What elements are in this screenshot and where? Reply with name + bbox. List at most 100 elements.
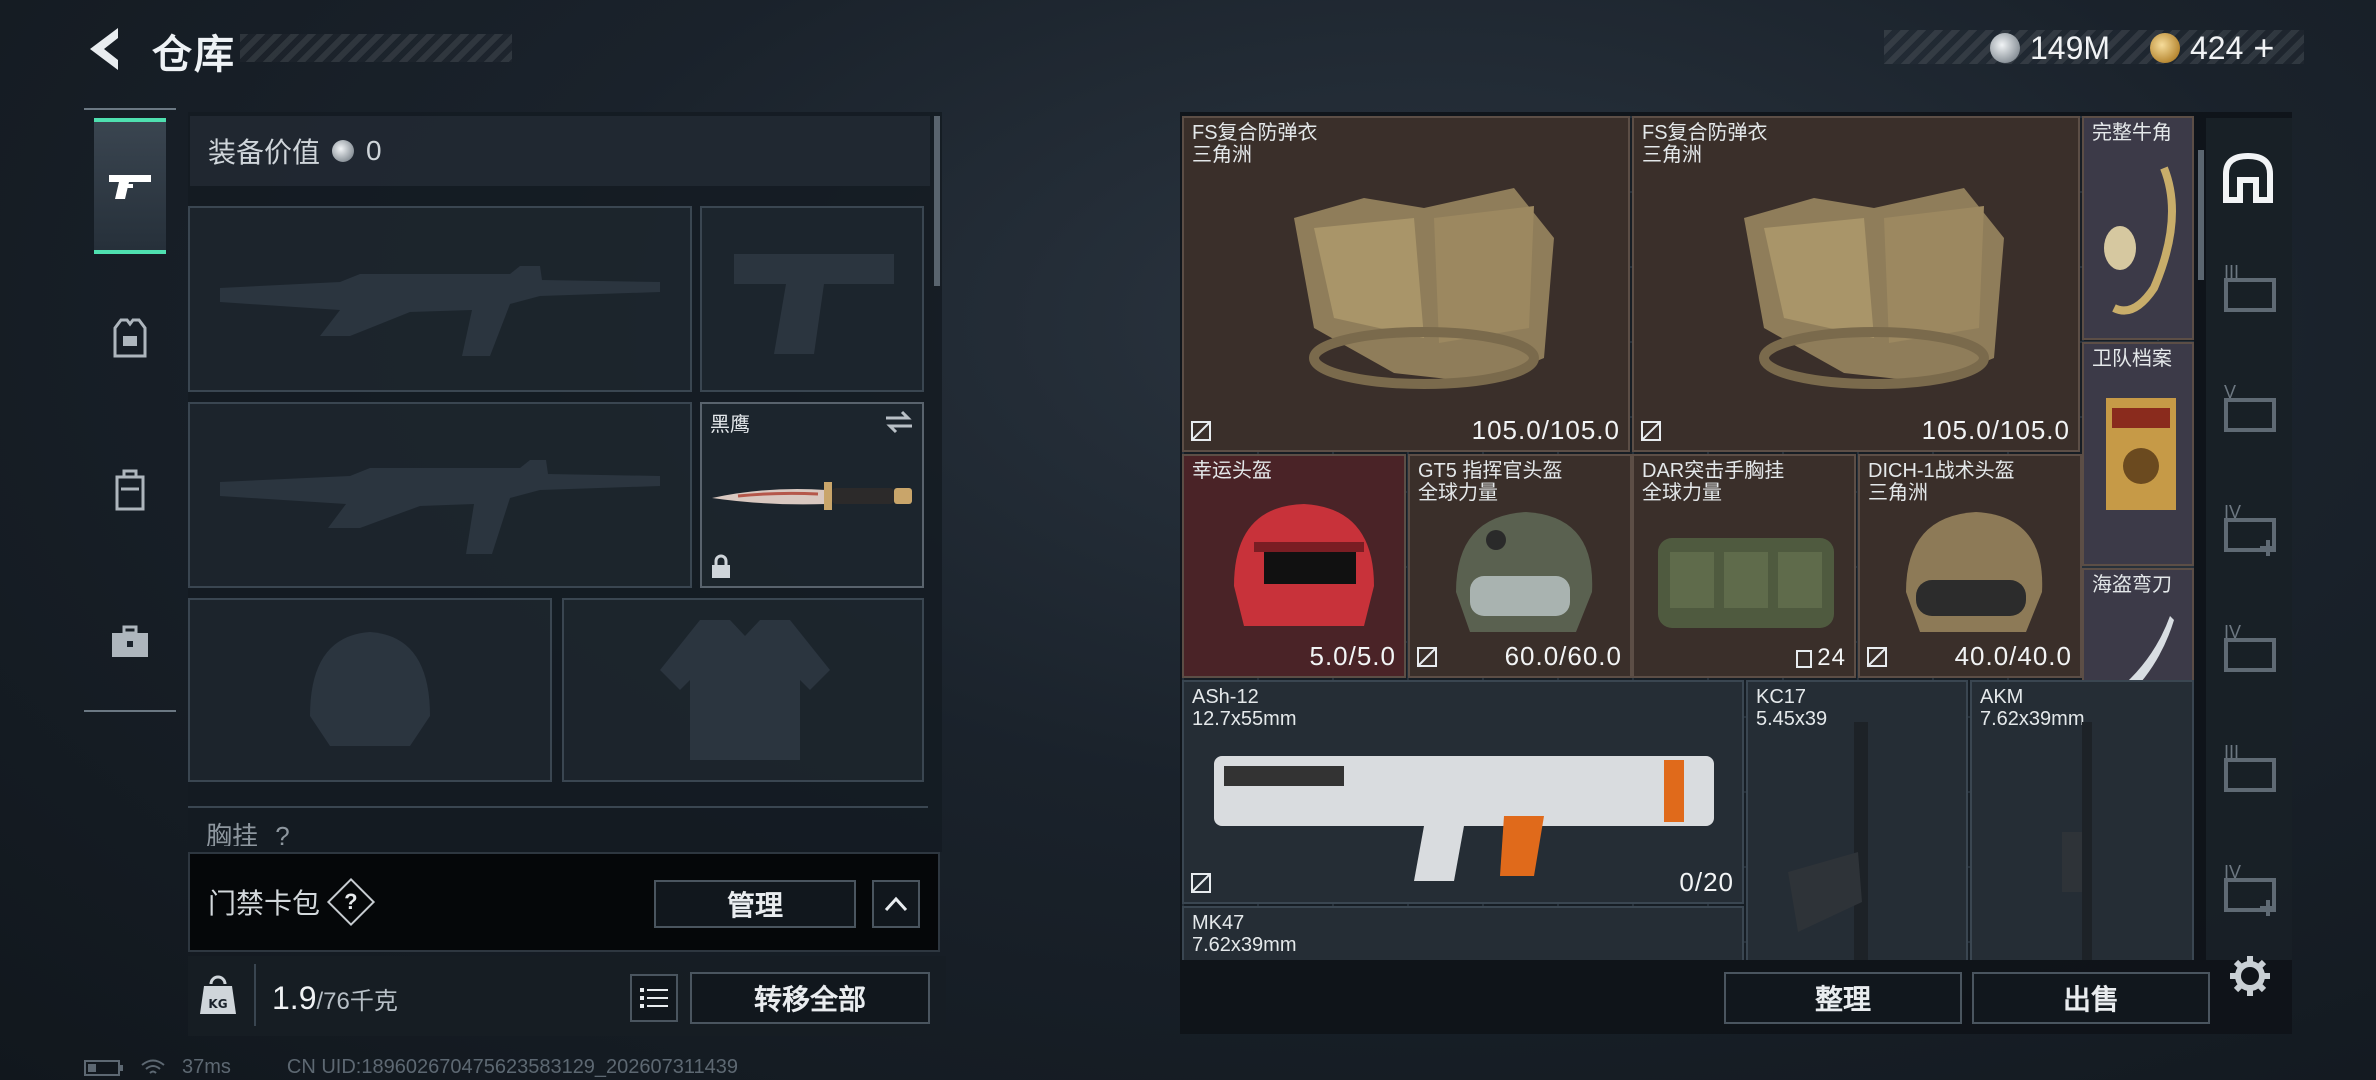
stash-item-rifle[interactable]: ASh-12 12.7x55mm 0/20 xyxy=(1182,680,1744,904)
rig-slot-header: 胸挂 ? xyxy=(188,806,928,846)
rifle-icon xyxy=(1214,756,1714,881)
stash-item-rifle[interactable]: MK47 7.62x39mm xyxy=(1182,906,1744,960)
equipment-value-row: 装备价值 0 xyxy=(190,116,930,186)
item-name: 海盗弯刀 xyxy=(2092,574,2172,596)
rifle-silhouette-icon xyxy=(220,266,660,356)
stash-tab[interactable]: IV xyxy=(2220,502,2280,558)
pistol-icon xyxy=(109,175,151,199)
item-durability: 5.0/5.0 xyxy=(1309,641,1396,671)
item-name: FS复合防弹衣 xyxy=(1192,122,1318,144)
stash-item-rig[interactable]: DAR突击手胸挂 全球力量 24 xyxy=(1632,454,1856,678)
sidearm-slot[interactable] xyxy=(700,206,924,392)
gold-currency[interactable]: 424 + xyxy=(2150,27,2274,69)
knife-icon xyxy=(712,482,912,510)
stash-tab[interactable]: V xyxy=(2220,382,2280,438)
add-currency-button[interactable]: + xyxy=(2253,27,2274,69)
weight-max: /76千克 xyxy=(316,988,398,1015)
rifle-silhouette-icon xyxy=(220,460,660,554)
tab-weapons[interactable] xyxy=(94,118,166,254)
item-name: MK47 xyxy=(1192,912,1245,934)
transfer-all-button[interactable]: 转移全部 xyxy=(690,972,930,1024)
item-origin: 7.62x39mm xyxy=(1192,934,1297,956)
stash-home-icon[interactable] xyxy=(2220,150,2276,206)
primary-weapon-slot[interactable] xyxy=(188,206,692,392)
stash-tab[interactable]: IV xyxy=(2220,622,2280,678)
stash-item-helmet[interactable]: DICH-1战术头盔 三角洲 40.0/40.0 xyxy=(1858,454,2082,678)
ping-readout: 37ms xyxy=(182,1056,231,1078)
vest-icon xyxy=(1744,188,2004,389)
keycard-bag-label: 门禁卡包 xyxy=(208,888,321,919)
melee-item-name: 黑鹰 xyxy=(710,414,750,436)
tab-items[interactable] xyxy=(94,574,166,710)
item-name: DICH-1战术头盔 xyxy=(1868,460,2015,482)
stash-item-document[interactable]: 卫队档案 xyxy=(2082,342,2194,566)
weight-icon: KG xyxy=(198,972,238,1016)
helmet-icon xyxy=(1234,504,1374,626)
chest-rig-icon xyxy=(1658,538,1834,628)
gear-icon[interactable] xyxy=(2228,954,2272,998)
horn-icon xyxy=(2104,166,2176,315)
durability-off-icon xyxy=(1867,647,1887,667)
divider xyxy=(254,964,256,1026)
stash-tab[interactable]: III xyxy=(2220,262,2280,318)
title-decoration xyxy=(240,34,512,62)
capacity-icon xyxy=(1796,649,1813,668)
stash-item-helmet[interactable]: GT5 指挥官头盔 全球力量 60.0/60.0 xyxy=(1408,454,1632,678)
stash-tab[interactable]: III xyxy=(2220,742,2280,798)
tab-armor[interactable] xyxy=(94,270,166,406)
stash-item-rifle[interactable]: KC17 5.45x39 xyxy=(1746,680,1968,960)
tab-backpack[interactable] xyxy=(94,422,166,558)
list-view-button[interactable] xyxy=(630,974,678,1022)
silver-coin-icon xyxy=(332,140,355,162)
gold-amount: 424 xyxy=(2190,29,2244,66)
helmet-icon xyxy=(1906,512,2043,632)
rifle-icon xyxy=(2062,722,2092,960)
category-tabs xyxy=(84,108,176,712)
stash-item-vest[interactable]: FS复合防弹衣 三角洲 105.0/105.0 xyxy=(1632,116,2080,452)
item-name: 完整牛角 xyxy=(2092,122,2172,144)
stash-item-rifle[interactable]: AKM 7.62x39mm xyxy=(1970,680,2194,960)
item-ammo: 0/20 xyxy=(1679,867,1734,897)
rifle-icon xyxy=(1788,722,1868,960)
user-uid: CN UID:18960267047562358312​9_2026073114… xyxy=(286,1056,739,1078)
secondary-weapon-slot[interactable] xyxy=(188,402,692,588)
stash-item-vest[interactable]: FS复合防弹衣 三角洲 105.0/105.0 xyxy=(1182,116,1630,452)
durability-off-icon xyxy=(1191,421,1211,441)
item-name: 幸运头盔 xyxy=(1192,460,1272,482)
melee-slot[interactable]: 黑鹰 xyxy=(700,402,924,588)
back-arrow-icon[interactable] xyxy=(82,24,126,74)
equipment-value: 0 xyxy=(366,135,382,166)
helmet-slot[interactable] xyxy=(188,598,552,782)
sell-button[interactable]: 出售 xyxy=(1972,972,2210,1024)
sort-button[interactable]: 整理 xyxy=(1724,972,1962,1024)
durability-off-icon xyxy=(1417,647,1437,667)
help-icon[interactable]: ? xyxy=(326,877,376,927)
stash-item-horn[interactable]: 完整牛角 xyxy=(2082,116,2194,340)
swap-icon[interactable] xyxy=(884,410,914,434)
item-capacity: 24 xyxy=(1817,644,1846,671)
pistol-silhouette-icon xyxy=(734,254,894,354)
document-icon xyxy=(2106,398,2176,510)
lock-icon xyxy=(712,554,730,578)
armor-slot[interactable] xyxy=(562,598,924,782)
equipment-scrollbar[interactable] xyxy=(934,116,940,286)
item-name: DAR突击手胸挂 xyxy=(1642,460,1785,482)
battery-icon xyxy=(84,1059,123,1076)
stash-scrollbar[interactable] xyxy=(2198,150,2204,280)
weight-readout: 1.9/76千克 xyxy=(272,980,398,1017)
silver-currency[interactable]: 149M xyxy=(1990,28,2110,68)
weight-current: 1.9 xyxy=(272,980,317,1016)
manage-button[interactable]: 管理 xyxy=(654,880,856,928)
silver-amount: 149M xyxy=(2030,29,2111,66)
armor-silhouette-icon xyxy=(660,620,830,760)
stash-tab[interactable]: IV xyxy=(2220,862,2280,918)
stash-item-helmet[interactable]: 幸运头盔 5.0/5.0 xyxy=(1182,454,1406,678)
helmet-icon xyxy=(1456,512,1593,632)
item-name: ASh-12 xyxy=(1192,686,1259,708)
item-durability: 60.0/60.0 xyxy=(1504,641,1622,671)
toolbox-icon xyxy=(112,625,148,657)
equipment-value-label: 装备价值 xyxy=(208,137,321,168)
item-name: 卫队档案 xyxy=(2092,348,2172,370)
expand-button[interactable] xyxy=(872,880,920,928)
durability-off-icon xyxy=(1641,421,1661,441)
